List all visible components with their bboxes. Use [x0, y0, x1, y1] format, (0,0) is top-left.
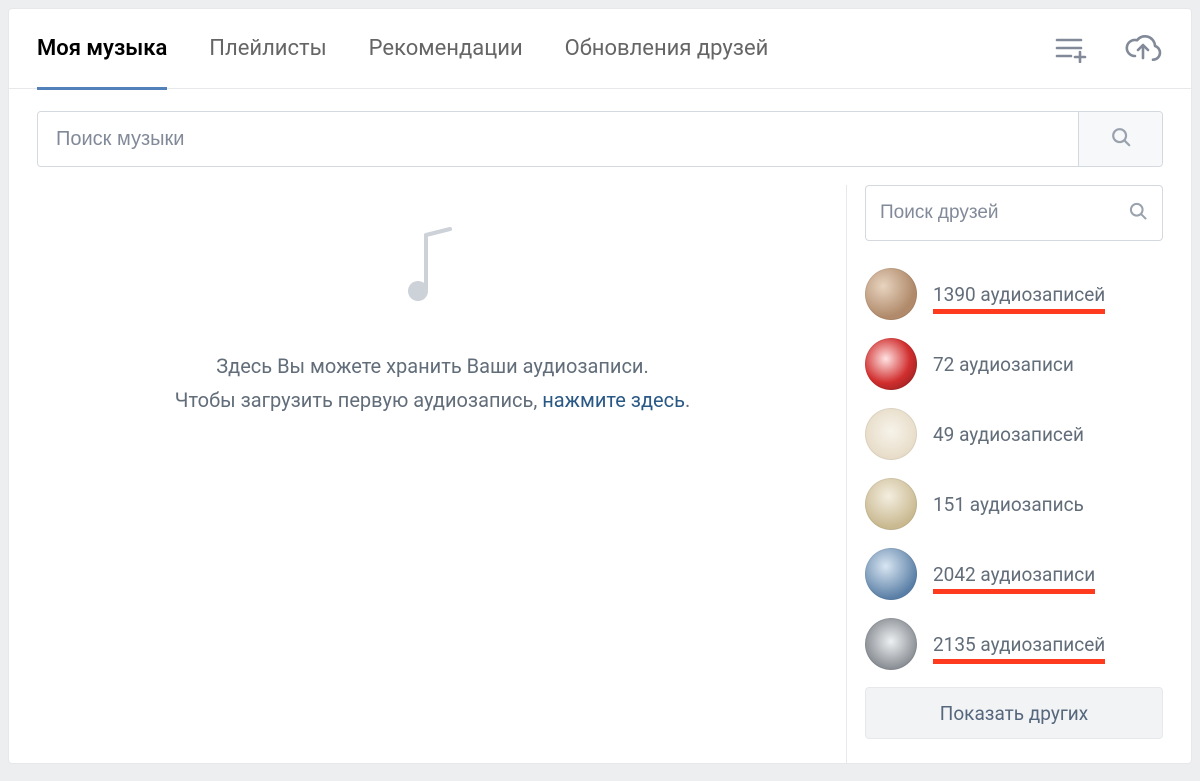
- tab-my-music[interactable]: Моя музыка: [37, 9, 167, 89]
- avatar: [865, 478, 917, 530]
- music-search: [37, 111, 1163, 167]
- avatar: [865, 618, 917, 670]
- friend-audio-count: 2135 аудиозаписей: [933, 633, 1105, 656]
- friend-audio-count: 1390 аудиозаписей: [933, 283, 1105, 306]
- music-search-input[interactable]: [38, 112, 1078, 166]
- empty-line2-prefix: Чтобы загрузить первую аудиозапись,: [175, 388, 543, 412]
- friend-audio-count: 49 аудиозаписей: [933, 423, 1084, 446]
- playlist-add-icon[interactable]: [1055, 35, 1089, 63]
- friend-item[interactable]: 151 аудиозапись: [865, 469, 1163, 539]
- friend-item[interactable]: 2135 аудиозаписей: [865, 609, 1163, 679]
- avatar: [865, 548, 917, 600]
- upload-link[interactable]: нажмите здесь: [542, 388, 685, 412]
- empty-text: Здесь Вы можете хранить Ваши аудиозаписи…: [175, 349, 690, 417]
- tab-recommendations[interactable]: Рекомендации: [369, 9, 523, 89]
- search-icon: [1110, 126, 1132, 152]
- show-more-button[interactable]: Показать других: [865, 687, 1163, 739]
- friend-item[interactable]: 72 аудиозаписи: [865, 329, 1163, 399]
- content-columns: Здесь Вы можете хранить Ваши аудиозаписи…: [9, 185, 1191, 763]
- friends-list: 1390 аудиозаписей 72 аудиозаписи 49 аудиоз…: [865, 259, 1163, 679]
- friends-search-input[interactable]: [880, 202, 1128, 224]
- friends-search: [865, 185, 1163, 241]
- search-icon[interactable]: [1128, 201, 1148, 225]
- avatar: [865, 268, 917, 320]
- tab-friends-updates[interactable]: Обновления друзей: [565, 9, 769, 89]
- friend-audio-count: 72 аудиозаписи: [933, 353, 1074, 376]
- music-page: Моя музыка Плейлисты Рекомендации Обновл…: [8, 8, 1192, 764]
- header-actions: [1021, 34, 1163, 64]
- music-empty-state: Здесь Вы можете хранить Ваши аудиозаписи…: [37, 185, 847, 763]
- music-note-icon: [398, 221, 468, 315]
- header-tabs: Моя музыка Плейлисты Рекомендации Обновл…: [9, 9, 1191, 89]
- avatar: [865, 408, 917, 460]
- empty-line1: Здесь Вы можете хранить Ваши аудиозаписи…: [175, 349, 690, 383]
- friend-item[interactable]: 2042 аудиозаписи: [865, 539, 1163, 609]
- music-search-wrap: [9, 89, 1191, 167]
- friends-sidebar: 1390 аудиозаписей 72 аудиозаписи 49 аудиоз…: [847, 185, 1163, 763]
- empty-line2: Чтобы загрузить первую аудиозапись, нажм…: [175, 383, 690, 417]
- upload-cloud-icon[interactable]: [1123, 34, 1163, 64]
- music-search-button[interactable]: [1078, 112, 1162, 166]
- friend-item[interactable]: 49 аудиозаписей: [865, 399, 1163, 469]
- tab-playlists[interactable]: Плейлисты: [209, 9, 326, 89]
- avatar: [865, 338, 917, 390]
- empty-line2-suffix: .: [685, 388, 690, 412]
- friend-audio-count: 2042 аудиозаписи: [933, 563, 1095, 586]
- friend-item[interactable]: 1390 аудиозаписей: [865, 259, 1163, 329]
- friend-audio-count: 151 аудиозапись: [933, 493, 1084, 516]
